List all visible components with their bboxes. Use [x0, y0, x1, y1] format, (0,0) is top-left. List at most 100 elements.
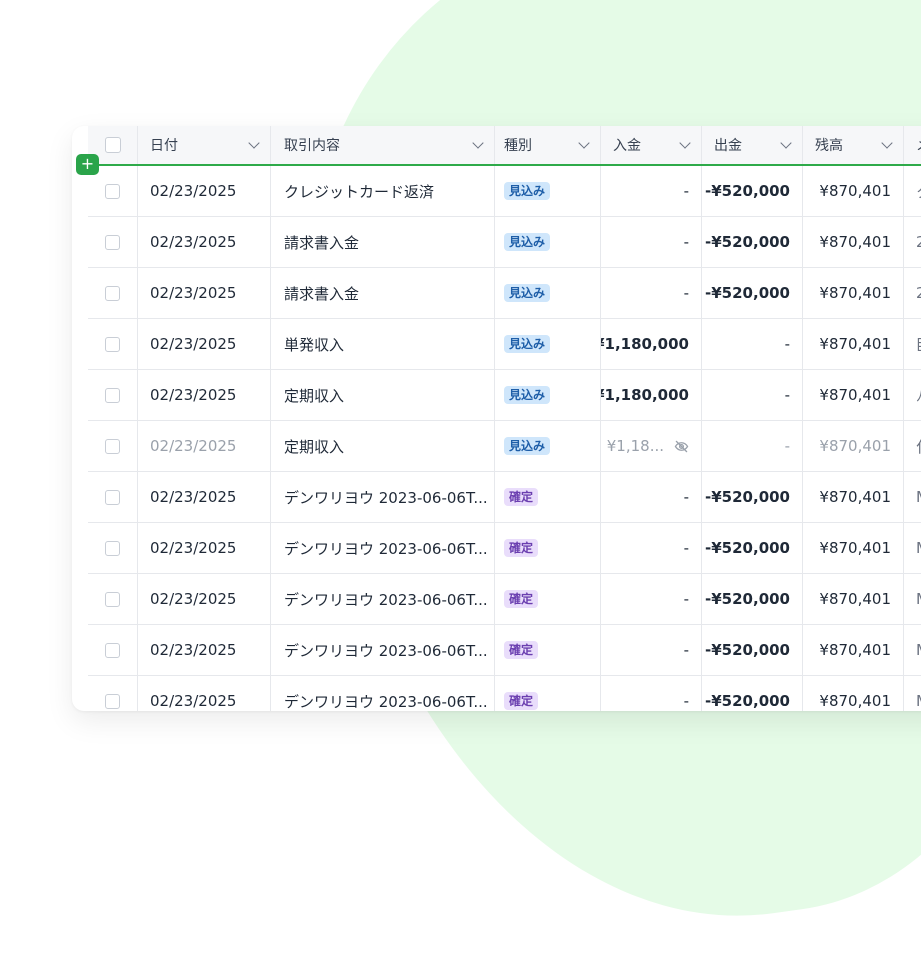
balance-cell[interactable]: ¥870,401 [803, 523, 904, 573]
balance-cell[interactable]: ¥870,401 [803, 268, 904, 318]
table-row[interactable]: 02/23/2025 デンワリヨウ 2023-06-06T... 確定 - -¥520,… [88, 574, 921, 625]
balance-cell[interactable]: ¥870,401 [803, 472, 904, 522]
row-checkbox[interactable] [105, 387, 120, 403]
expense-cell[interactable]: - [702, 319, 803, 369]
balance-cell[interactable]: ¥870,401 [803, 370, 904, 420]
table-row[interactable]: 02/23/2025 デンワリヨウ 2023-06-06T... 確定 - -¥520,… [88, 472, 921, 523]
income-cell[interactable]: - [601, 574, 702, 624]
description-cell[interactable]: 定期収入 [271, 370, 495, 420]
memo-cell[interactable]: ク [904, 166, 921, 216]
type-cell[interactable]: 確定 [495, 523, 601, 573]
date-cell[interactable]: 02/23/2025 [138, 523, 271, 573]
chevron-down-icon[interactable] [881, 137, 893, 149]
description-cell[interactable]: 請求書入金 [271, 268, 495, 318]
type-cell[interactable]: 確定 [495, 676, 601, 711]
income-cell[interactable]: - [601, 676, 702, 711]
balance-cell[interactable]: ¥870,401 [803, 676, 904, 711]
memo-cell[interactable]: 臣 [904, 319, 921, 369]
date-cell[interactable]: 02/23/2025 [138, 166, 271, 216]
balance-cell[interactable]: ¥870,401 [803, 217, 904, 267]
type-cell[interactable]: 見込み [495, 268, 601, 318]
income-cell[interactable]: - [601, 472, 702, 522]
memo-cell[interactable]: ﾉ [904, 370, 921, 420]
date-cell[interactable]: 02/23/2025 [138, 421, 271, 471]
table-row[interactable]: 02/23/2025単発収入見込み ¥1,180,000-¥870,401臣 [88, 319, 921, 370]
memo-cell[interactable]: M [904, 574, 921, 624]
expense-cell[interactable]: - [702, 370, 803, 420]
income-cell[interactable]: - [601, 625, 702, 675]
expense-cell[interactable]: - [702, 421, 803, 471]
memo-cell[interactable]: M [904, 472, 921, 522]
type-cell[interactable]: 確定 [495, 625, 601, 675]
row-checkbox[interactable] [105, 183, 120, 199]
description-cell[interactable]: 定期収入 [271, 421, 495, 471]
column-header-date[interactable]: 日付 [138, 126, 271, 164]
type-cell[interactable]: 見込み [495, 319, 601, 369]
balance-cell[interactable]: ¥870,401 [803, 166, 904, 216]
row-checkbox[interactable] [105, 285, 120, 301]
table-row[interactable]: 02/23/2025定期収入見込み ¥1,18... -¥870,401化 [88, 421, 921, 472]
chevron-down-icon[interactable] [780, 137, 792, 149]
add-row-button[interactable]: + [76, 154, 99, 175]
table-row[interactable]: 02/23/2025 請求書入金 見込み - -¥520,000 ¥870,401 2 [88, 268, 921, 319]
type-cell[interactable]: 見込み [495, 421, 601, 471]
column-header-description[interactable]: 取引内容 [271, 126, 495, 164]
description-cell[interactable]: 単発収入 [271, 319, 495, 369]
row-checkbox[interactable] [105, 642, 120, 658]
income-cell[interactable]: - [601, 268, 702, 318]
date-cell[interactable]: 02/23/2025 [138, 370, 271, 420]
expense-cell[interactable]: -¥520,000 [702, 268, 803, 318]
chevron-down-icon[interactable] [472, 137, 484, 149]
type-cell[interactable]: 見込み [495, 370, 601, 420]
expense-cell[interactable]: -¥520,000 [702, 676, 803, 711]
row-checkbox[interactable] [105, 540, 120, 556]
description-cell[interactable]: デンワリヨウ 2023-06-06T... [271, 676, 495, 711]
chevron-down-icon[interactable] [578, 137, 590, 149]
expense-cell[interactable]: -¥520,000 [702, 523, 803, 573]
type-cell[interactable]: 確定 [495, 472, 601, 522]
description-cell[interactable]: デンワリヨウ 2023-06-06T... [271, 625, 495, 675]
memo-cell[interactable]: 2 [904, 217, 921, 267]
column-header-expense[interactable]: 出金 [702, 126, 803, 164]
table-row[interactable]: 02/23/2025 デンワリヨウ 2023-06-06T... 確定 - -¥520,… [88, 625, 921, 676]
income-cell[interactable]: ¥1,180,000 [601, 319, 702, 369]
description-cell[interactable]: 請求書入金 [271, 217, 495, 267]
income-cell[interactable]: ¥1,18... [601, 421, 702, 471]
memo-cell[interactable]: M [904, 523, 921, 573]
expense-cell[interactable]: -¥520,000 [702, 625, 803, 675]
expense-cell[interactable]: -¥520,000 [702, 472, 803, 522]
balance-cell[interactable]: ¥870,401 [803, 574, 904, 624]
column-header-balance[interactable]: 残高 [803, 126, 904, 164]
row-checkbox[interactable] [105, 489, 120, 505]
type-cell[interactable]: 確定 [495, 574, 601, 624]
table-row[interactable]: 02/23/2025 クレジットカード返済 見込み - -¥520,000 ¥870,40… [88, 166, 921, 217]
chevron-down-icon[interactable] [679, 137, 691, 149]
expense-cell[interactable]: -¥520,000 [702, 217, 803, 267]
balance-cell[interactable]: ¥870,401 [803, 319, 904, 369]
memo-cell[interactable]: M [904, 625, 921, 675]
income-cell[interactable]: - [601, 166, 702, 216]
date-cell[interactable]: 02/23/2025 [138, 676, 271, 711]
memo-cell[interactable]: 化 [904, 421, 921, 471]
income-cell[interactable]: - [601, 217, 702, 267]
description-cell[interactable]: クレジットカード返済 [271, 166, 495, 216]
date-cell[interactable]: 02/23/2025 [138, 268, 271, 318]
income-cell[interactable]: - [601, 523, 702, 573]
row-checkbox[interactable] [105, 336, 120, 352]
column-header-memo[interactable]: メ [904, 126, 921, 164]
table-row[interactable]: 02/23/2025 デンワリヨウ 2023-06-06T... 確定 - -¥520,… [88, 523, 921, 574]
balance-cell[interactable]: ¥870,401 [803, 625, 904, 675]
balance-cell[interactable]: ¥870,401 [803, 421, 904, 471]
description-cell[interactable]: デンワリヨウ 2023-06-06T... [271, 523, 495, 573]
row-checkbox[interactable] [105, 591, 120, 607]
expense-cell[interactable]: -¥520,000 [702, 574, 803, 624]
description-cell[interactable]: デンワリヨウ 2023-06-06T... [271, 472, 495, 522]
income-cell[interactable]: ¥1,180,000 [601, 370, 702, 420]
type-cell[interactable]: 見込み [495, 166, 601, 216]
memo-cell[interactable]: M [904, 676, 921, 711]
memo-cell[interactable]: 2 [904, 268, 921, 318]
date-cell[interactable]: 02/23/2025 [138, 217, 271, 267]
row-checkbox[interactable] [105, 438, 120, 454]
select-all-checkbox[interactable] [104, 137, 121, 153]
date-cell[interactable]: 02/23/2025 [138, 574, 271, 624]
